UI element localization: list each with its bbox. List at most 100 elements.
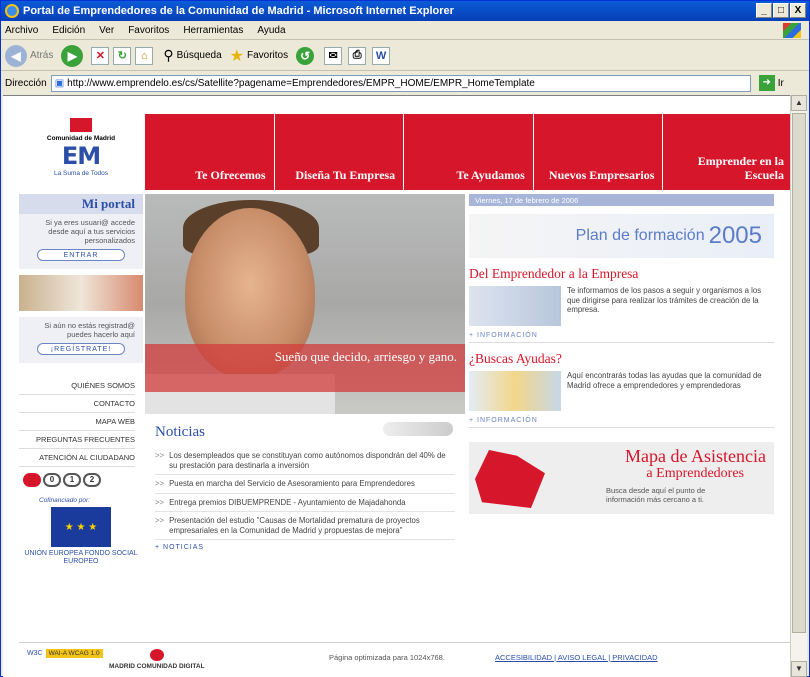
enter-button[interactable]: ENTRAR	[37, 249, 125, 261]
news-item[interactable]: >> Los desempleados que se constituyan co…	[155, 447, 455, 475]
link-preguntas-frecuentes[interactable]: PREGUNTAS FRECUENTES	[19, 431, 135, 449]
favorites-label: Favoritos	[247, 50, 289, 61]
plan-label: Plan de formación	[575, 227, 705, 244]
sec1-text: Te informamos de los pasos a seguir y or…	[567, 286, 762, 314]
stop-icon[interactable]: ✕	[91, 46, 110, 65]
hero-quote: Sueño que decido, arriesgo y gano.	[145, 344, 465, 392]
go-label[interactable]: Ir	[778, 78, 784, 89]
favorites-button[interactable]: ★ Favoritos	[230, 46, 288, 66]
mail-icon[interactable]: ✉	[324, 46, 343, 65]
nav-emprender-escuela[interactable]: Emprender en la Escuela	[663, 114, 791, 190]
link-quienes-somos[interactable]: QUIÉNES SOMOS	[19, 377, 135, 395]
search-button[interactable]: ⚲ Búsqueda	[163, 47, 221, 64]
home-icon[interactable]: ⌂	[135, 46, 154, 65]
date-bar: Viernes, 17 de febrero de 2006	[469, 194, 774, 206]
logo-mark: EM	[61, 142, 101, 170]
madrid-digital-logo[interactable]: MADRID COMUNIDAD DIGITAL	[109, 649, 205, 670]
close-button[interactable]: X	[790, 3, 806, 18]
news-item-text: Presentación del estudio "Causas de Mort…	[169, 516, 420, 535]
sec1-more-link[interactable]: + INFORMACIÓN	[469, 332, 774, 343]
link-mapa-web[interactable]: MAPA WEB	[19, 413, 135, 431]
news-item-text: Entrega premios DIBUEMPRENDE - Ayuntamie…	[169, 497, 406, 507]
minimize-button[interactable]: _	[756, 3, 772, 18]
scroll-thumb[interactable]	[792, 113, 806, 633]
bullet-icon: >>	[155, 479, 165, 488]
madrid-digital-icon	[149, 649, 164, 661]
sidebar: Mi portal Si ya eres usuari@ accede desd…	[19, 194, 143, 566]
w3c-label: W3C	[27, 650, 43, 657]
news-item-text: Puesta en marcha del Servicio de Asesora…	[169, 479, 415, 488]
back-label: Atrás	[30, 50, 54, 61]
news-item[interactable]: >> Entrega premios DIBUEMPRENDE - Ayuntam…	[155, 494, 455, 512]
forward-button[interactable]: ▶	[61, 44, 84, 67]
nav-te-ofrecemos[interactable]: Te Ofrecemos	[145, 114, 274, 190]
menu-favoritos[interactable]: Favoritos	[128, 25, 169, 36]
ayudas-section: ¿Buscas Ayudas? Aquí encontrarás todas l…	[469, 351, 774, 428]
nav-nuevos-empresarios[interactable]: Nuevos Empresarios	[533, 114, 663, 190]
mapa-asistencia-banner[interactable]: Mapa de Asistencia a Emprendedores Busca…	[469, 442, 774, 514]
madrid-map-icon	[475, 450, 545, 508]
madrid-flag-icon	[70, 118, 92, 132]
login-text: Si ya eres usuari@ accede desde aquí a t…	[45, 218, 135, 245]
phone-012-logo[interactable]: 0 1 2	[23, 473, 143, 487]
title-bar: Portal de Emprendedores de la Comunidad …	[1, 1, 809, 21]
site-logo[interactable]: Comunidad de Madrid EM La Suma de Todos	[19, 114, 143, 204]
menu-ver[interactable]: Ver	[99, 25, 114, 36]
back-button[interactable]: ◀ Atrás	[5, 44, 54, 67]
menu-archivo[interactable]: Archivo	[5, 25, 38, 36]
cofinanciado-label: Cofinanciado por:	[39, 497, 90, 504]
scroll-down-icon[interactable]: ▼	[791, 661, 807, 677]
search-label: Búsqueda	[176, 50, 222, 61]
news-section: Noticias >> Los desempleados que se const…	[145, 414, 465, 654]
star-icon: ★	[229, 47, 244, 65]
main-nav: Te Ofrecemos Diseña Tu Empresa Te Ayudam…	[145, 114, 791, 190]
refresh-icon[interactable]: ↻	[113, 46, 132, 65]
phone-icon	[23, 473, 41, 487]
plan-year: 2005	[708, 222, 762, 249]
address-label: Dirección	[5, 77, 47, 89]
sec2-more-link[interactable]: + INFORMACIÓN	[469, 417, 774, 428]
logo-tagline: La Suma de Todos	[53, 170, 109, 177]
news-item-text: Los desempleados que se constituyan como…	[169, 451, 446, 470]
eu-flag-icon: ★ ★ ★	[51, 507, 111, 547]
hero-banner[interactable]: Sueño que decido, arriesgo y gano.	[145, 194, 465, 414]
wai-badge[interactable]: W3C WAI-A WCAG 1.0	[27, 649, 103, 658]
bullet-icon: >>	[155, 451, 165, 460]
register-button[interactable]: ¡REGÍSTRATE!	[37, 343, 125, 355]
edit-icon[interactable]: W	[372, 46, 391, 65]
plane-image	[383, 422, 453, 436]
menu-bar: Archivo Edición Ver Favoritos Herramient…	[1, 21, 809, 40]
hands-image	[19, 275, 143, 311]
news-item[interactable]: >> Presentación del estudio "Causas de Mo…	[155, 512, 455, 540]
menu-herramientas[interactable]: Herramientas	[183, 25, 243, 36]
maximize-button[interactable]: □	[773, 3, 789, 18]
right-column: Viernes, 17 de febrero de 2006 Plan de f…	[469, 194, 774, 514]
menu-edicion[interactable]: Edición	[52, 25, 85, 36]
digit-1-icon: 1	[63, 473, 81, 487]
sec2-title[interactable]: ¿Buscas Ayudas?	[469, 351, 774, 367]
page-icon: ▣	[54, 77, 65, 89]
toolbar: ◀ Atrás ▶ ✕ ↻ ⌂ ⚲ Búsqueda ★ Favoritos ↺…	[1, 41, 809, 71]
eu-block: Cofinanciado por: ★ ★ ★ UNIÓN EUROPEA FO…	[19, 497, 143, 566]
print-icon[interactable]: ⎙	[348, 46, 367, 65]
ie-icon	[5, 4, 19, 18]
go-button[interactable]: ➜	[758, 75, 775, 91]
nav-te-ayudamos[interactable]: Te Ayudamos	[404, 114, 533, 190]
address-input[interactable]: ▣ http://www.emprendelo.es/cs/Satellite?…	[50, 74, 751, 92]
link-contacto[interactable]: CONTACTO	[19, 395, 135, 413]
vertical-scrollbar[interactable]: ▲ ▼	[790, 95, 807, 677]
plan-formacion-banner[interactable]: Plan de formación 2005	[469, 214, 774, 258]
menu-ayuda[interactable]: Ayuda	[257, 25, 285, 36]
windows-logo-icon	[783, 23, 801, 38]
news-item[interactable]: >> Puesta en marcha del Servicio de Aseso…	[155, 475, 455, 494]
address-bar: Dirección ▣ http://www.emprendelo.es/cs/…	[1, 72, 809, 94]
sec1-title[interactable]: Del Emprendedor a la Empresa	[469, 266, 774, 282]
scroll-up-icon[interactable]: ▲	[791, 95, 807, 111]
legal-links[interactable]: ACCESIBILIDAD | AVISO LEGAL | PRIVACIDAD	[495, 653, 658, 662]
link-atencion-ciudadano[interactable]: ATENCIÓN AL CIUDADANO	[19, 449, 135, 467]
nav-disena-tu-empresa[interactable]: Diseña Tu Empresa	[274, 114, 404, 190]
history-icon[interactable]: ↺	[296, 46, 315, 65]
mapa-subtitle: a Emprendedores	[646, 466, 744, 481]
more-news-link[interactable]: + NOTICIAS	[155, 540, 455, 551]
emprendedor-section: Del Emprendedor a la Empresa Te informam…	[469, 266, 774, 343]
